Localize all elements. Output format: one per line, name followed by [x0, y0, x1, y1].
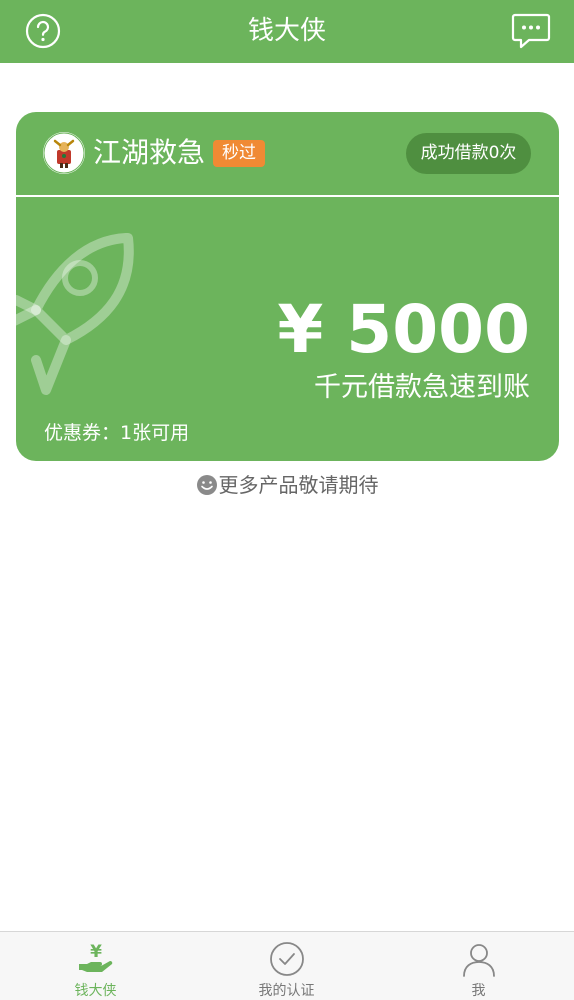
chat-bubble-icon [511, 13, 551, 49]
hero-character-icon [43, 132, 85, 174]
rocket-icon [16, 233, 134, 395]
card-divider [16, 195, 559, 197]
top-navigation-bar: 钱大侠 [0, 0, 574, 63]
svg-text:¥: ¥ [90, 942, 102, 962]
coupon-info: 优惠券：1张可用 [44, 422, 190, 444]
tab-my-verification[interactable]: 我的认证 [191, 932, 382, 1000]
product-name: 江湖救急 [93, 136, 206, 169]
loan-amount: ¥ 5000 [277, 291, 530, 368]
page-title: 钱大侠 [247, 16, 326, 46]
fast-approval-badge: 秒过 [213, 140, 265, 167]
loan-product-card[interactable]: 江湖救急 秒过 成功借款0次 ¥ 5000 千元借款急速到账 优惠券：1张可用 [16, 112, 559, 461]
tab-my-verification-label: 我的认证 [258, 983, 315, 999]
tab-me-label: 我 [471, 983, 486, 999]
user-icon [462, 944, 495, 977]
more-products-note: 更多产品敬请期待 [0, 471, 574, 499]
money-hand-icon: ¥ [78, 942, 112, 972]
smiley-icon [196, 475, 217, 495]
check-circle-icon [269, 942, 304, 976]
loan-description: 千元借款急速到账 [314, 372, 530, 403]
messages-button[interactable] [511, 12, 551, 50]
tab-home[interactable]: ¥ 钱大侠 [0, 932, 191, 1000]
bottom-tab-bar: ¥ 钱大侠 我的认证 我 [0, 931, 574, 1000]
tab-home-label: 钱大侠 [74, 983, 117, 999]
more-products-text: 更多产品敬请期待 [218, 473, 379, 497]
product-avatar [43, 132, 85, 174]
success-count-badge: 成功借款0次 [406, 133, 531, 174]
tab-me[interactable]: 我 [383, 932, 574, 1000]
